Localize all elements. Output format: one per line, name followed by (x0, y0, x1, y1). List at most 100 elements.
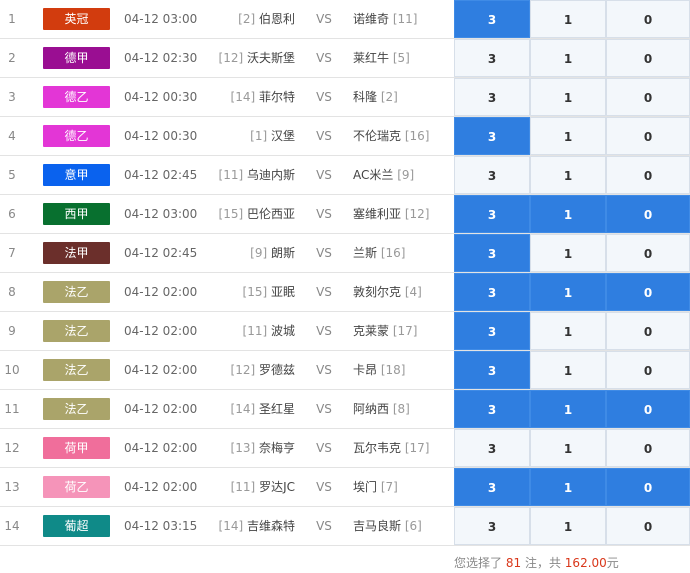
odds-draw-button[interactable]: 1 (530, 117, 606, 155)
odds-loss-button[interactable]: 0 (606, 351, 690, 389)
odds-draw-button[interactable]: 1 (530, 0, 606, 38)
home-rank: [1] (250, 129, 268, 143)
odds-draw-button[interactable]: 1 (530, 312, 606, 350)
vs-label: VS (316, 168, 332, 182)
row-index: 12 (4, 441, 20, 455)
away-name: 诺维奇 (353, 12, 390, 26)
odds-win-button[interactable]: 3 (454, 234, 530, 272)
odds-win-button[interactable]: 3 (454, 507, 530, 545)
home-name: 伯恩利 (258, 12, 295, 26)
home-team: [2] 伯恩利 (210, 0, 295, 38)
match-time: 04-12 03:15 (124, 519, 198, 533)
vs-label: VS (316, 402, 332, 416)
odds-draw-button[interactable]: 1 (530, 234, 606, 272)
odds-win-button[interactable]: 3 (454, 117, 530, 155)
home-rank: [13] (230, 441, 256, 455)
table-row: 1 英冠 04-12 03:00 [2] 伯恩利 VS 诺维奇 [11] 3 1… (0, 0, 690, 39)
selection-summary: 您选择了 81 注，共 162.00元 (454, 554, 619, 571)
row-index: 3 (8, 90, 16, 104)
home-team: [14] 吉维森特 (210, 507, 295, 545)
odds-loss-button[interactable]: 0 (606, 390, 690, 428)
home-team: [13] 奈梅亨 (210, 429, 295, 467)
league-badge: 荷甲 (43, 437, 110, 459)
table-row: 11 法乙 04-12 02:00 [14] 圣红星 VS 阿纳西 [8] 3 … (0, 390, 690, 429)
home-team: [11] 乌迪内斯 (210, 156, 295, 194)
odds-loss-button[interactable]: 0 (606, 234, 690, 272)
odds-loss-button[interactable]: 0 (606, 468, 690, 506)
away-rank: [8] (392, 402, 410, 416)
odds-loss-button[interactable]: 0 (606, 0, 690, 38)
league-badge: 法乙 (43, 281, 110, 303)
odds-draw-button[interactable]: 1 (530, 390, 606, 428)
home-team: [11] 波城 (210, 312, 295, 350)
odds-draw-button[interactable]: 1 (530, 507, 606, 545)
odds-loss-button[interactable]: 0 (606, 117, 690, 155)
away-team: 克莱蒙 [17] (353, 312, 453, 350)
row-index: 6 (8, 207, 16, 221)
away-rank: [6] (404, 519, 422, 533)
odds-draw-button[interactable]: 1 (530, 273, 606, 311)
odds-loss-button[interactable]: 0 (606, 156, 690, 194)
match-time: 04-12 02:00 (124, 441, 198, 455)
match-time: 04-12 02:00 (124, 285, 198, 299)
away-rank: [9] (397, 168, 415, 182)
odds-win-button[interactable]: 3 (454, 0, 530, 38)
away-name: 瓦尔韦克 (353, 441, 402, 455)
odds-win-button[interactable]: 3 (454, 312, 530, 350)
odds-loss-button[interactable]: 0 (606, 195, 690, 233)
away-name: 埃门 (353, 480, 378, 494)
odds-draw-button[interactable]: 1 (530, 351, 606, 389)
table-row: 4 德乙 04-12 00:30 [1] 汉堡 VS 不伦瑞克 [16] 3 1… (0, 117, 690, 156)
row-index: 11 (4, 402, 20, 416)
away-rank: [2] (380, 90, 398, 104)
odds-draw-button[interactable]: 1 (530, 39, 606, 77)
odds-win-button[interactable]: 3 (454, 195, 530, 233)
odds-win-button[interactable]: 3 (454, 273, 530, 311)
away-rank: [16] (380, 246, 406, 260)
odds-loss-button[interactable]: 0 (606, 312, 690, 350)
odds-loss-button[interactable]: 0 (606, 429, 690, 467)
match-time: 04-12 02:00 (124, 363, 198, 377)
away-team: 莱红牛 [5] (353, 39, 453, 77)
odds-draw-button[interactable]: 1 (530, 468, 606, 506)
home-rank: [14] (230, 90, 256, 104)
odds-draw-button[interactable]: 1 (530, 429, 606, 467)
vs-label: VS (316, 90, 332, 104)
bet-amount: 162.00 (564, 556, 607, 570)
odds-win-button[interactable]: 3 (454, 351, 530, 389)
odds-win-button[interactable]: 3 (454, 429, 530, 467)
match-time: 04-12 00:30 (124, 90, 198, 104)
league-badge: 荷乙 (43, 476, 110, 498)
home-rank: [12] (218, 51, 244, 65)
home-name: 巴伦西亚 (246, 207, 295, 221)
home-name: 汉堡 (270, 129, 295, 143)
away-rank: [18] (380, 363, 406, 377)
match-time: 04-12 02:30 (124, 51, 198, 65)
away-name: AC米兰 (353, 168, 394, 182)
odds-draw-button[interactable]: 1 (530, 78, 606, 116)
league-badge: 德乙 (43, 125, 110, 147)
away-name: 科隆 (353, 90, 378, 104)
odds-win-button[interactable]: 3 (454, 39, 530, 77)
row-index: 2 (8, 51, 16, 65)
league-badge: 法甲 (43, 242, 110, 264)
odds-loss-button[interactable]: 0 (606, 39, 690, 77)
odds-win-button[interactable]: 3 (454, 390, 530, 428)
table-row: 14 葡超 04-12 03:15 [14] 吉维森特 VS 吉马良斯 [6] … (0, 507, 690, 546)
odds-draw-button[interactable]: 1 (530, 156, 606, 194)
vs-label: VS (316, 207, 332, 221)
odds-loss-button[interactable]: 0 (606, 273, 690, 311)
home-rank: [11] (218, 168, 244, 182)
odds-win-button[interactable]: 3 (454, 78, 530, 116)
away-rank: [16] (404, 129, 430, 143)
table-row: 5 意甲 04-12 02:45 [11] 乌迪内斯 VS AC米兰 [9] 3… (0, 156, 690, 195)
away-team: AC米兰 [9] (353, 156, 453, 194)
row-index: 14 (4, 519, 20, 533)
home-name: 菲尔特 (258, 90, 295, 104)
odds-win-button[interactable]: 3 (454, 468, 530, 506)
league-badge: 葡超 (43, 515, 110, 537)
odds-draw-button[interactable]: 1 (530, 195, 606, 233)
odds-loss-button[interactable]: 0 (606, 507, 690, 545)
odds-win-button[interactable]: 3 (454, 156, 530, 194)
odds-loss-button[interactable]: 0 (606, 78, 690, 116)
